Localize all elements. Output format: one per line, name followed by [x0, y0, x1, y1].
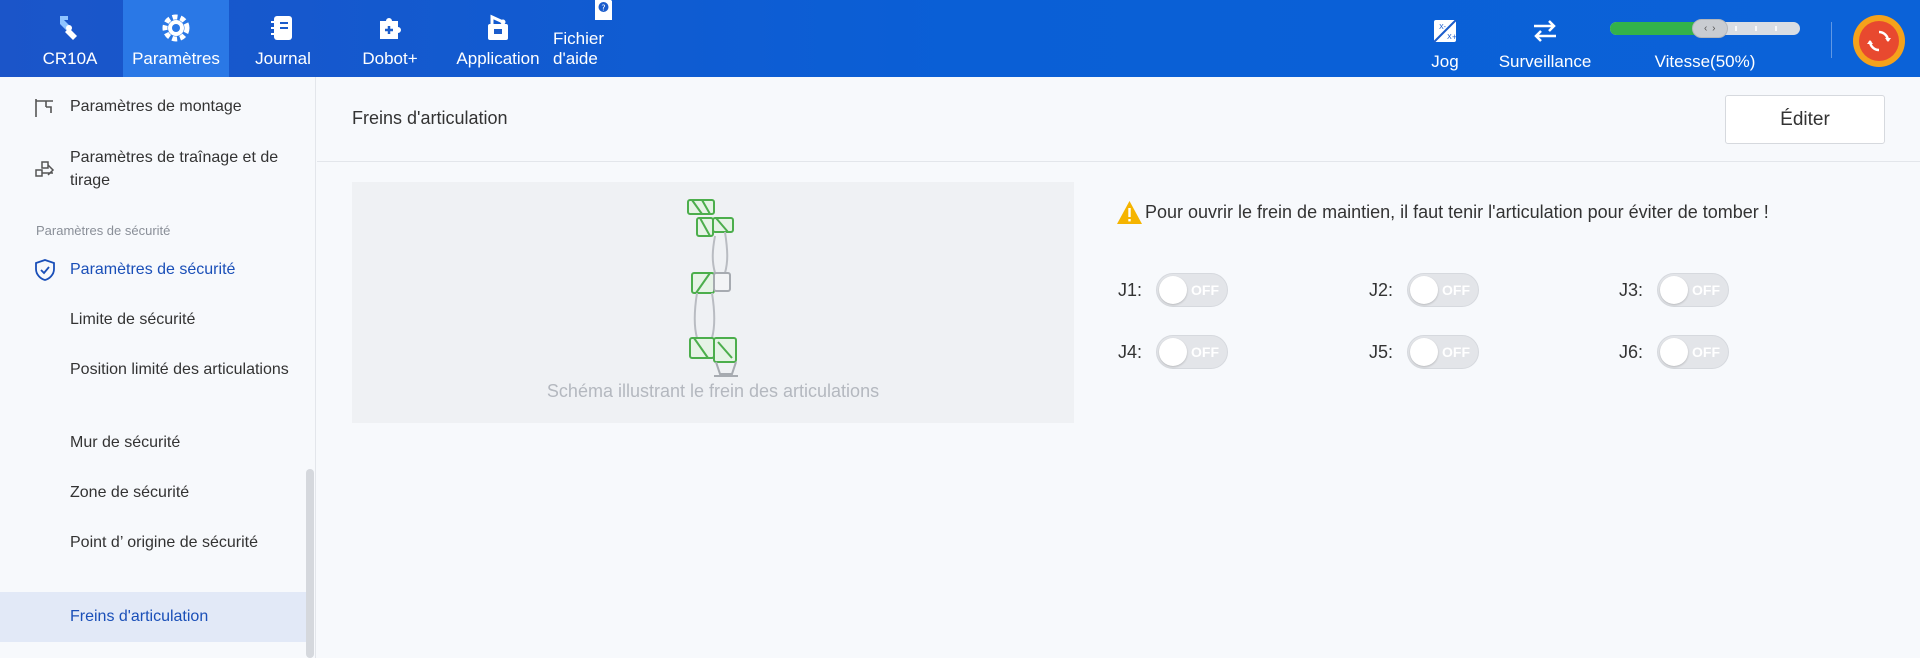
toggle-state: OFF [1191, 282, 1219, 298]
sidebar-item-montage[interactable]: Paramètres de montage [0, 95, 306, 121]
toggle-knob [1660, 338, 1688, 366]
nav-label: CR10A [42, 49, 98, 68]
nav-label: Journal [255, 49, 311, 68]
gear-icon [161, 13, 191, 43]
nav-application[interactable]: Application [453, 0, 543, 77]
sidebar-item-freins-articulation[interactable]: Freins d'articulation [0, 592, 306, 642]
nav-label: Application [456, 49, 540, 68]
shield-check-icon [33, 258, 57, 282]
speed-tick [1775, 26, 1777, 31]
joint-brake-diagram: Schéma illustrant le frein des articulat… [352, 182, 1074, 423]
user-avatar[interactable] [1853, 15, 1905, 67]
nav-journal[interactable]: Journal [245, 0, 321, 77]
content-header: Freins d'articulation Éditer [317, 77, 1920, 162]
jog-label: Jog [1431, 52, 1459, 71]
swap-arrows-icon [1530, 16, 1560, 46]
sidebar-item-label: Limite de sécurité [70, 311, 196, 328]
toggle-state: OFF [1692, 282, 1720, 298]
drag-icon [33, 158, 57, 182]
nav-label: Paramètres [132, 49, 220, 68]
toggle-knob [1660, 276, 1688, 304]
joint-j5: J5: OFF [1369, 335, 1479, 369]
sidebar-item-zone-securite[interactable]: Zone de sécurité [0, 481, 306, 507]
brake-toggle-j5[interactable]: OFF [1407, 335, 1479, 369]
nav-label: Dobot+ [362, 49, 418, 68]
joint-j1: J1: OFF [1118, 273, 1228, 307]
sidebar-item-limite-securite[interactable]: Limite de sécurité [0, 308, 306, 334]
brake-toggle-j3[interactable]: OFF [1657, 273, 1729, 307]
help-file-icon: ? [588, 0, 618, 23]
sidebar-item-label: Paramètres de montage [70, 98, 242, 115]
surveillance-button[interactable]: Surveillance [1495, 0, 1595, 77]
joint-label: J3: [1619, 279, 1644, 300]
joint-label: J2: [1369, 279, 1394, 300]
joint-label: J5: [1369, 341, 1394, 362]
diagram-caption: Schéma illustrant le frein des articulat… [546, 381, 880, 401]
sidebar-group-label: Paramètres de sécurité [36, 223, 171, 238]
nav-dobot-plus[interactable]: Dobot+ [350, 0, 430, 77]
svg-text:X+: X+ [1447, 33, 1458, 41]
nav-fichier-aide[interactable]: ? Fichier d'aide [553, 0, 653, 77]
joint-j2: J2: OFF [1369, 273, 1479, 307]
page-title: Freins d'articulation [352, 108, 508, 128]
brake-warning: Pour ouvrir le frein de maintien, il fau… [1116, 200, 1769, 225]
svg-text:?: ? [601, 4, 605, 13]
svg-text:X-: X- [1439, 23, 1446, 31]
sidebar-item-label: Paramètres de traînage et de tirage [70, 149, 279, 189]
sidebar-item-label: Position limité des articulations [70, 361, 289, 378]
joint-j3: J3: OFF [1619, 273, 1729, 307]
settings-sidebar: Paramètres de montage Paramètres de traî… [0, 77, 316, 658]
sidebar-scrollbar[interactable] [306, 469, 314, 658]
brake-toggle-j1[interactable]: OFF [1156, 273, 1228, 307]
sidebar-item-label: Point d’ origine de sécurité [70, 534, 258, 551]
app-tool-icon [483, 13, 513, 43]
nav-robot-cr10a[interactable]: CR10A [38, 0, 102, 77]
brake-toggle-j2[interactable]: OFF [1407, 273, 1479, 307]
mount-icon [33, 95, 57, 119]
sidebar-item-label: Paramètres de sécurité [70, 261, 236, 278]
joint-j6: J6: OFF [1619, 335, 1729, 369]
toggle-state: OFF [1442, 282, 1470, 298]
sidebar-item-label: Mur de sécurité [70, 434, 181, 451]
toggle-knob [1410, 338, 1438, 366]
topbar-divider [1831, 22, 1832, 58]
joint-label: J4: [1118, 341, 1143, 362]
robot-arm-icon [55, 13, 85, 43]
toggle-state: OFF [1442, 344, 1470, 360]
sidebar-item-label: Freins d'articulation [70, 608, 209, 625]
brake-toggle-j4[interactable]: OFF [1156, 335, 1228, 369]
warning-icon [1117, 201, 1142, 224]
sidebar-item-position-limite[interactable]: Position limité des articulations [0, 358, 306, 406]
joint-label: J1: [1118, 279, 1143, 300]
nav-label: Fichier d'aide [553, 29, 605, 68]
speed-label: Vitesse(50%) [1654, 52, 1756, 71]
sidebar-item-label: Zone de sécurité [70, 484, 190, 501]
toggle-state: OFF [1191, 344, 1219, 360]
top-navigation-bar: CR10A Paramètres Journal Dobot+ Applicat… [0, 0, 1920, 77]
warning-text: Pour ouvrir le frein de maintien, il fau… [1145, 202, 1769, 222]
toggle-knob [1159, 276, 1187, 304]
toggle-state: OFF [1692, 344, 1720, 360]
surveillance-label: Surveillance [1498, 52, 1592, 71]
sidebar-section-securite[interactable]: Paramètres de sécurité [0, 258, 306, 284]
notebook-icon [268, 13, 298, 43]
refresh-cycle-icon [1859, 21, 1899, 61]
brake-toggle-j6[interactable]: OFF [1657, 335, 1729, 369]
sidebar-item-trainage[interactable]: Paramètres de traînage et de tirage [0, 146, 306, 194]
joint-j4: J4: OFF [1118, 335, 1228, 369]
sidebar-item-mur-securite[interactable]: Mur de sécurité [0, 431, 306, 457]
joint-label: J6: [1619, 341, 1644, 362]
jog-icon: X- X+ [1430, 16, 1460, 46]
sidebar-item-point-origine[interactable]: Point d’ origine de sécurité [0, 531, 306, 579]
nav-parametres[interactable]: Paramètres [123, 0, 229, 77]
speed-readout: Vitesse(50%) [1650, 0, 1760, 77]
jog-button[interactable]: X- X+ Jog [1420, 0, 1470, 77]
toggle-knob [1410, 276, 1438, 304]
puzzle-plus-icon [375, 13, 405, 43]
toggle-knob [1159, 338, 1187, 366]
edit-button[interactable]: Éditer [1725, 95, 1885, 144]
